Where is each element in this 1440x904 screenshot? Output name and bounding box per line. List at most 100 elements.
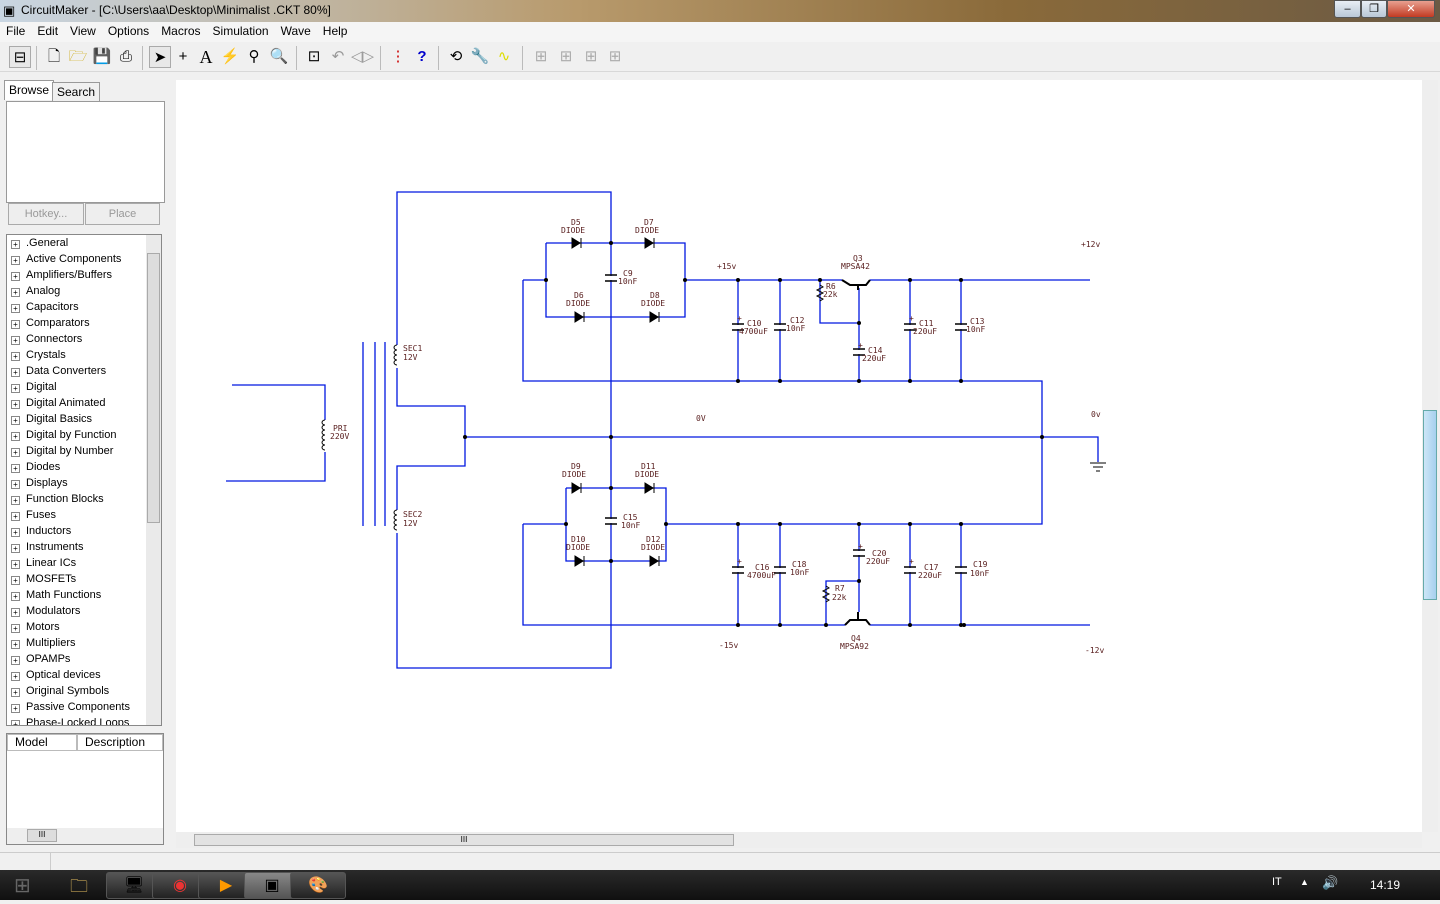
tree-item[interactable]: + Digital Basics	[7, 411, 161, 427]
hotkey-button[interactable]: Hotkey...	[8, 203, 84, 225]
digital-tool-3-icon[interactable]: ⊞	[580, 46, 602, 68]
wire-tool-icon[interactable]: +	[172, 46, 194, 68]
expand-icon[interactable]: +	[11, 432, 20, 441]
tree-item[interactable]: + Amplifiers/Buffers	[7, 267, 161, 283]
new-file-icon[interactable]: 🗋	[43, 46, 65, 68]
menu-wave[interactable]: Wave	[275, 22, 317, 38]
tree-item[interactable]: + Digital by Function	[7, 427, 161, 443]
menu-simulation[interactable]: Simulation	[207, 22, 275, 38]
digital-tool-1-icon[interactable]: ⊞	[530, 46, 552, 68]
help-icon[interactable]: ?	[411, 46, 433, 68]
column-model[interactable]: Model	[7, 734, 77, 751]
tree-item[interactable]: + Linear ICs	[7, 555, 161, 571]
expand-icon[interactable]: +	[11, 656, 20, 665]
probe-key-icon[interactable]: 🔧	[469, 46, 491, 68]
tree-item[interactable]: + Comparators	[7, 315, 161, 331]
parts-toggle-icon[interactable]: ⊟	[9, 46, 31, 68]
tree-item[interactable]: + Diodes	[7, 459, 161, 475]
start-button[interactable]: ⊞	[14, 873, 31, 898]
paint-taskbar-icon[interactable]: 🎨	[290, 872, 346, 899]
expand-icon[interactable]: +	[11, 720, 20, 725]
open-folder-icon[interactable]: 🗁	[67, 46, 89, 68]
expand-icon[interactable]: +	[11, 256, 20, 265]
expand-icon[interactable]: +	[11, 560, 20, 569]
expand-icon[interactable]: +	[11, 496, 20, 505]
pin-tool-icon[interactable]: ⚲	[243, 46, 265, 68]
tree-item[interactable]: + Math Functions	[7, 587, 161, 603]
reset-icon[interactable]: ⟲	[445, 46, 467, 68]
text-tool-icon[interactable]: A	[195, 46, 217, 68]
minimize-button[interactable]: –	[1334, 0, 1361, 18]
expand-icon[interactable]: +	[11, 480, 20, 489]
schematic-canvas[interactable]: PRI 220V SEC1 12V SEC2 12V +15v +12v 0V 0v -15v -12…	[176, 80, 1422, 832]
tree-item[interactable]: + Phase-Locked Loops	[7, 715, 161, 725]
expand-icon[interactable]: +	[11, 416, 20, 425]
fit-view-icon[interactable]: ⊡	[303, 46, 325, 68]
clock[interactable]: 14:19	[1370, 878, 1400, 892]
schematic[interactable]: PRI220VSEC112VSEC212V+15v+12v0V 0v-15v-12…	[176, 80, 1422, 832]
language-indicator[interactable]: IT	[1272, 876, 1282, 888]
tree-item[interactable]: + OPAMPs	[7, 651, 161, 667]
menu-file[interactable]: File	[0, 22, 31, 38]
expand-icon[interactable]: +	[11, 640, 20, 649]
digital-tool-2-icon[interactable]: ⊞	[555, 46, 577, 68]
close-button[interactable]: ✕	[1387, 0, 1435, 18]
expand-icon[interactable]: +	[11, 400, 20, 409]
tree-item[interactable]: + Fuses	[7, 507, 161, 523]
tree-item[interactable]: + Connectors	[7, 331, 161, 347]
expand-icon[interactable]: +	[11, 288, 20, 297]
tree-item[interactable]: + Optical devices	[7, 667, 161, 683]
run-wave-icon[interactable]: ∿	[493, 46, 515, 68]
tree-item[interactable]: + Multipliers	[7, 635, 161, 651]
tab-search[interactable]: Search	[52, 82, 101, 102]
expand-icon[interactable]: +	[11, 368, 20, 377]
expand-icon[interactable]: +	[11, 592, 20, 601]
expand-icon[interactable]: +	[11, 624, 20, 633]
expand-icon[interactable]: +	[11, 528, 20, 537]
show-hidden-icons[interactable]: ▲	[1300, 877, 1309, 887]
tab-browse[interactable]: Browse	[4, 80, 55, 100]
volume-icon[interactable]: 🔊	[1322, 875, 1338, 891]
expand-icon[interactable]: +	[11, 336, 20, 345]
expand-icon[interactable]: +	[11, 272, 20, 281]
zoom-tool-icon[interactable]: 🔍	[268, 46, 290, 68]
expand-icon[interactable]: +	[11, 464, 20, 473]
tree-item[interactable]: + Original Symbols	[7, 683, 161, 699]
expand-icon[interactable]: +	[11, 240, 20, 249]
rotate-icon[interactable]: ↶	[327, 46, 349, 68]
menu-macros[interactable]: Macros	[155, 22, 206, 38]
vertical-scrollbar[interactable]	[1422, 80, 1438, 832]
menu-help[interactable]: Help	[317, 22, 354, 38]
print-icon[interactable]: ⎙	[115, 46, 137, 68]
netlist-icon[interactable]: ⋮	[387, 46, 409, 68]
menu-view[interactable]: View	[64, 22, 102, 38]
place-button[interactable]: Place	[85, 203, 160, 225]
tree-item[interactable]: + Instruments	[7, 539, 161, 555]
horizontal-scrollbar[interactable]: III	[176, 832, 1422, 848]
expand-icon[interactable]: +	[11, 352, 20, 361]
tree-item[interactable]: + Crystals	[7, 347, 161, 363]
expand-icon[interactable]: +	[11, 688, 20, 697]
expand-icon[interactable]: +	[11, 672, 20, 681]
tree-item[interactable]: + Digital Animated	[7, 395, 161, 411]
tree-item[interactable]: + Active Components	[7, 251, 161, 267]
tree-item[interactable]: + Passive Components	[7, 699, 161, 715]
arrow-tool-icon[interactable]: ➤	[149, 46, 171, 68]
expand-icon[interactable]: +	[11, 544, 20, 553]
mirror-icon[interactable]: ◁▷	[351, 46, 374, 68]
tree-scrollbar[interactable]	[146, 235, 161, 725]
column-description[interactable]: Description	[77, 734, 163, 751]
expand-icon[interactable]: +	[11, 320, 20, 329]
expand-icon[interactable]: +	[11, 448, 20, 457]
menu-edit[interactable]: Edit	[31, 22, 64, 38]
maximize-button[interactable]: ❐	[1361, 0, 1387, 18]
expand-icon[interactable]: +	[11, 304, 20, 313]
tree-item[interactable]: + Modulators	[7, 603, 161, 619]
expand-icon[interactable]: +	[11, 704, 20, 713]
tree-item[interactable]: + Analog	[7, 283, 161, 299]
tree-item[interactable]: + Data Converters	[7, 363, 161, 379]
save-icon[interactable]: 💾	[91, 46, 113, 68]
tree-item[interactable]: + Inductors	[7, 523, 161, 539]
tree-item[interactable]: + Capacitors	[7, 299, 161, 315]
expand-icon[interactable]: +	[11, 576, 20, 585]
